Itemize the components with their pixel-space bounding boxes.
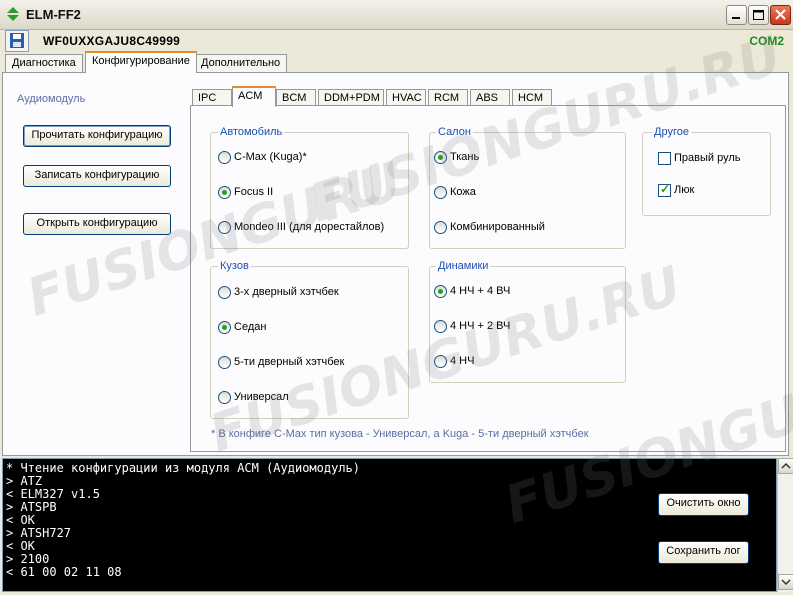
minimize-button[interactable] — [726, 5, 747, 25]
chevron-down-icon — [781, 579, 791, 586]
radio-speakers-4-label: 4 НЧ — [450, 355, 475, 367]
checkbox-sunroof-label: Люк — [674, 184, 695, 196]
vin-label: WF0UXXGAJU8C49999 — [43, 34, 181, 48]
radio-leather-label: Кожа — [450, 186, 476, 198]
radio-sedan[interactable] — [218, 321, 231, 334]
write-config-button[interactable]: Записать конфигурацию — [23, 165, 171, 187]
group-car-title: Автомобиль — [218, 126, 285, 138]
close-button[interactable] — [770, 5, 791, 25]
group-other-title: Другое — [652, 126, 691, 138]
radio-hatch5-label: 5-ти дверный хэтчбек — [234, 356, 345, 368]
tab-configuration[interactable]: Конфигурирование — [85, 51, 197, 73]
scroll-up-button[interactable] — [778, 458, 793, 474]
maximize-button[interactable] — [748, 5, 769, 25]
open-config-button[interactable]: Открыть конфигурацию — [23, 213, 171, 235]
radio-speakers-4-4[interactable] — [434, 285, 447, 298]
group-salon-title: Салон — [436, 126, 473, 138]
module-label: Аудиомодуль — [17, 93, 86, 105]
clear-log-button[interactable]: Очистить окно — [658, 493, 749, 516]
log-scrollbar[interactable] — [777, 458, 793, 592]
footnote: * В конфиге C-Max тип кузова - Универсал… — [211, 428, 589, 440]
tab-additional[interactable]: Дополнительно — [194, 54, 288, 73]
minimize-icon — [732, 17, 740, 19]
close-icon — [775, 9, 786, 20]
radio-sedan-label: Седан — [234, 321, 267, 333]
subtab-acm[interactable]: ACM — [232, 86, 276, 107]
checkbox-right-hand-drive[interactable] — [658, 152, 671, 165]
radio-speakers-4-2-label: 4 НЧ + 2 ВЧ — [450, 320, 511, 332]
maximize-icon — [753, 10, 764, 20]
radio-combined-label: Комбинированный — [450, 221, 545, 233]
tab-diagnostics[interactable]: Диагностика — [5, 54, 83, 73]
radio-cmax-label: C-Max (Kuga)* — [234, 151, 307, 163]
radio-mondeo[interactable] — [218, 221, 231, 234]
group-speakers-title: Динамики — [436, 260, 491, 272]
radio-focus-label: Focus II — [234, 186, 274, 198]
radio-cmax[interactable] — [218, 151, 231, 164]
log-line: * Чтение конфигурации из модуля ACM (Ауд… — [6, 461, 361, 475]
radio-combined[interactable] — [434, 221, 447, 234]
floppy-disk-icon — [10, 33, 24, 48]
radio-focus[interactable] — [218, 186, 231, 199]
radio-speakers-4[interactable] — [434, 355, 447, 368]
scroll-down-button[interactable] — [778, 574, 793, 590]
radio-hatch3-label: 3-х дверный хэтчбек — [234, 286, 339, 298]
save-config-button[interactable] — [5, 30, 29, 52]
radio-hatch5[interactable] — [218, 356, 231, 369]
app-arrows-icon — [7, 7, 19, 21]
radio-speakers-4-4-label: 4 НЧ + 4 ВЧ — [450, 285, 511, 297]
radio-mondeo-label: Mondeo III (для дорестайлов) — [234, 221, 385, 233]
radio-fabric[interactable] — [434, 151, 447, 164]
radio-wagon-label: Универсал — [234, 391, 289, 403]
chevron-up-icon — [781, 462, 791, 469]
read-config-button[interactable]: Прочитать конфигурацию — [23, 125, 171, 147]
checkbox-sunroof[interactable] — [658, 182, 671, 197]
group-body-title: Кузов — [218, 260, 251, 272]
radio-fabric-label: Ткань — [450, 151, 480, 163]
radio-hatch3[interactable] — [218, 286, 231, 299]
com-port-label: COM2 — [749, 34, 784, 48]
radio-leather[interactable] — [434, 186, 447, 199]
group-other — [642, 132, 771, 216]
checkbox-right-hand-drive-label: Правый руль — [674, 152, 741, 164]
log-line: < 61 00 02 11 08 — [6, 565, 122, 579]
radio-wagon[interactable] — [218, 391, 231, 404]
radio-speakers-4-2[interactable] — [434, 320, 447, 333]
title-bar — [0, 0, 793, 30]
window-title: ELM-FF2 — [26, 7, 81, 22]
save-log-button[interactable]: Сохранить лог — [658, 541, 749, 564]
